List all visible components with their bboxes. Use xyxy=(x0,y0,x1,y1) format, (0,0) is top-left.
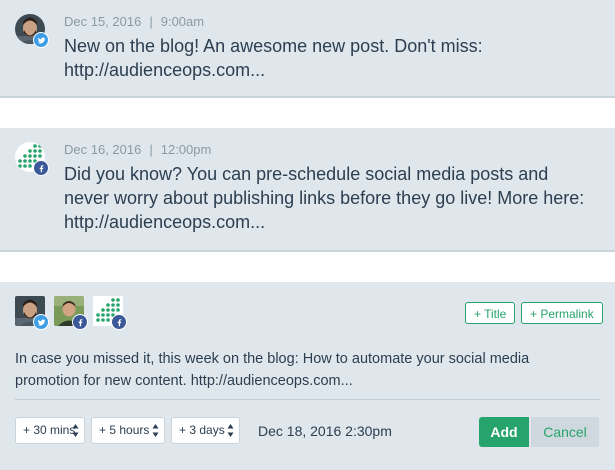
scheduled-post-card[interactable]: Dec 16, 2016 | 12:00pm Did you know? You c… xyxy=(0,128,615,252)
offset-select-30-mins[interactable]: + 30 mins xyxy=(15,417,85,444)
meta-separator: | xyxy=(149,142,153,157)
account-selector-twitter[interactable] xyxy=(15,296,49,330)
account-selector-facebook-page[interactable] xyxy=(93,296,127,330)
twitter-icon xyxy=(33,314,49,330)
post-meta: Dec 15, 2016 | 9:00am xyxy=(64,14,204,29)
scheduled-date: Dec 18, 2016 2:30pm xyxy=(258,423,392,439)
post-composer: + Title + Permalink In case you missed i… xyxy=(0,282,615,470)
scheduled-post-card[interactable]: Dec 15, 2016 | 9:00am New on the blog! An … xyxy=(0,0,615,98)
offset-select-3-days[interactable]: + 3 days xyxy=(171,417,240,444)
select-arrows-icon xyxy=(72,423,79,438)
offset-select-label: + 3 days xyxy=(179,423,225,437)
facebook-icon xyxy=(72,314,88,330)
account-avatar xyxy=(15,142,49,176)
select-arrows-icon xyxy=(227,423,234,438)
post-text: Did you know? You can pre-schedule socia… xyxy=(64,164,585,232)
meta-separator: | xyxy=(149,14,153,29)
post-date: Dec 16, 2016 xyxy=(64,142,142,157)
post-text: New on the blog! An awesome new post. Do… xyxy=(64,36,483,80)
select-arrows-icon xyxy=(152,423,159,438)
twitter-icon xyxy=(33,32,49,48)
offset-select-label: + 5 hours xyxy=(99,423,150,437)
post-time: 12:00pm xyxy=(160,142,212,157)
post-time: 9:00am xyxy=(160,14,205,29)
divider xyxy=(15,399,600,400)
offset-select-label: + 30 mins xyxy=(23,423,76,437)
add-button[interactable]: Add xyxy=(479,417,529,447)
add-permalink-button[interactable]: + Permalink xyxy=(521,302,603,324)
post-meta: Dec 16, 2016 | 12:00pm xyxy=(64,142,211,157)
composer-textarea[interactable]: In case you missed it, this week on the … xyxy=(15,348,585,392)
account-avatar xyxy=(15,14,49,48)
offset-select-5-hours[interactable]: + 5 hours xyxy=(91,417,165,444)
facebook-icon xyxy=(111,314,127,330)
post-date: Dec 15, 2016 xyxy=(64,14,142,29)
facebook-icon xyxy=(33,160,49,176)
account-selector-facebook-profile[interactable] xyxy=(54,296,88,330)
add-title-button[interactable]: + Title xyxy=(465,302,516,324)
cancel-button[interactable]: Cancel xyxy=(531,417,599,447)
